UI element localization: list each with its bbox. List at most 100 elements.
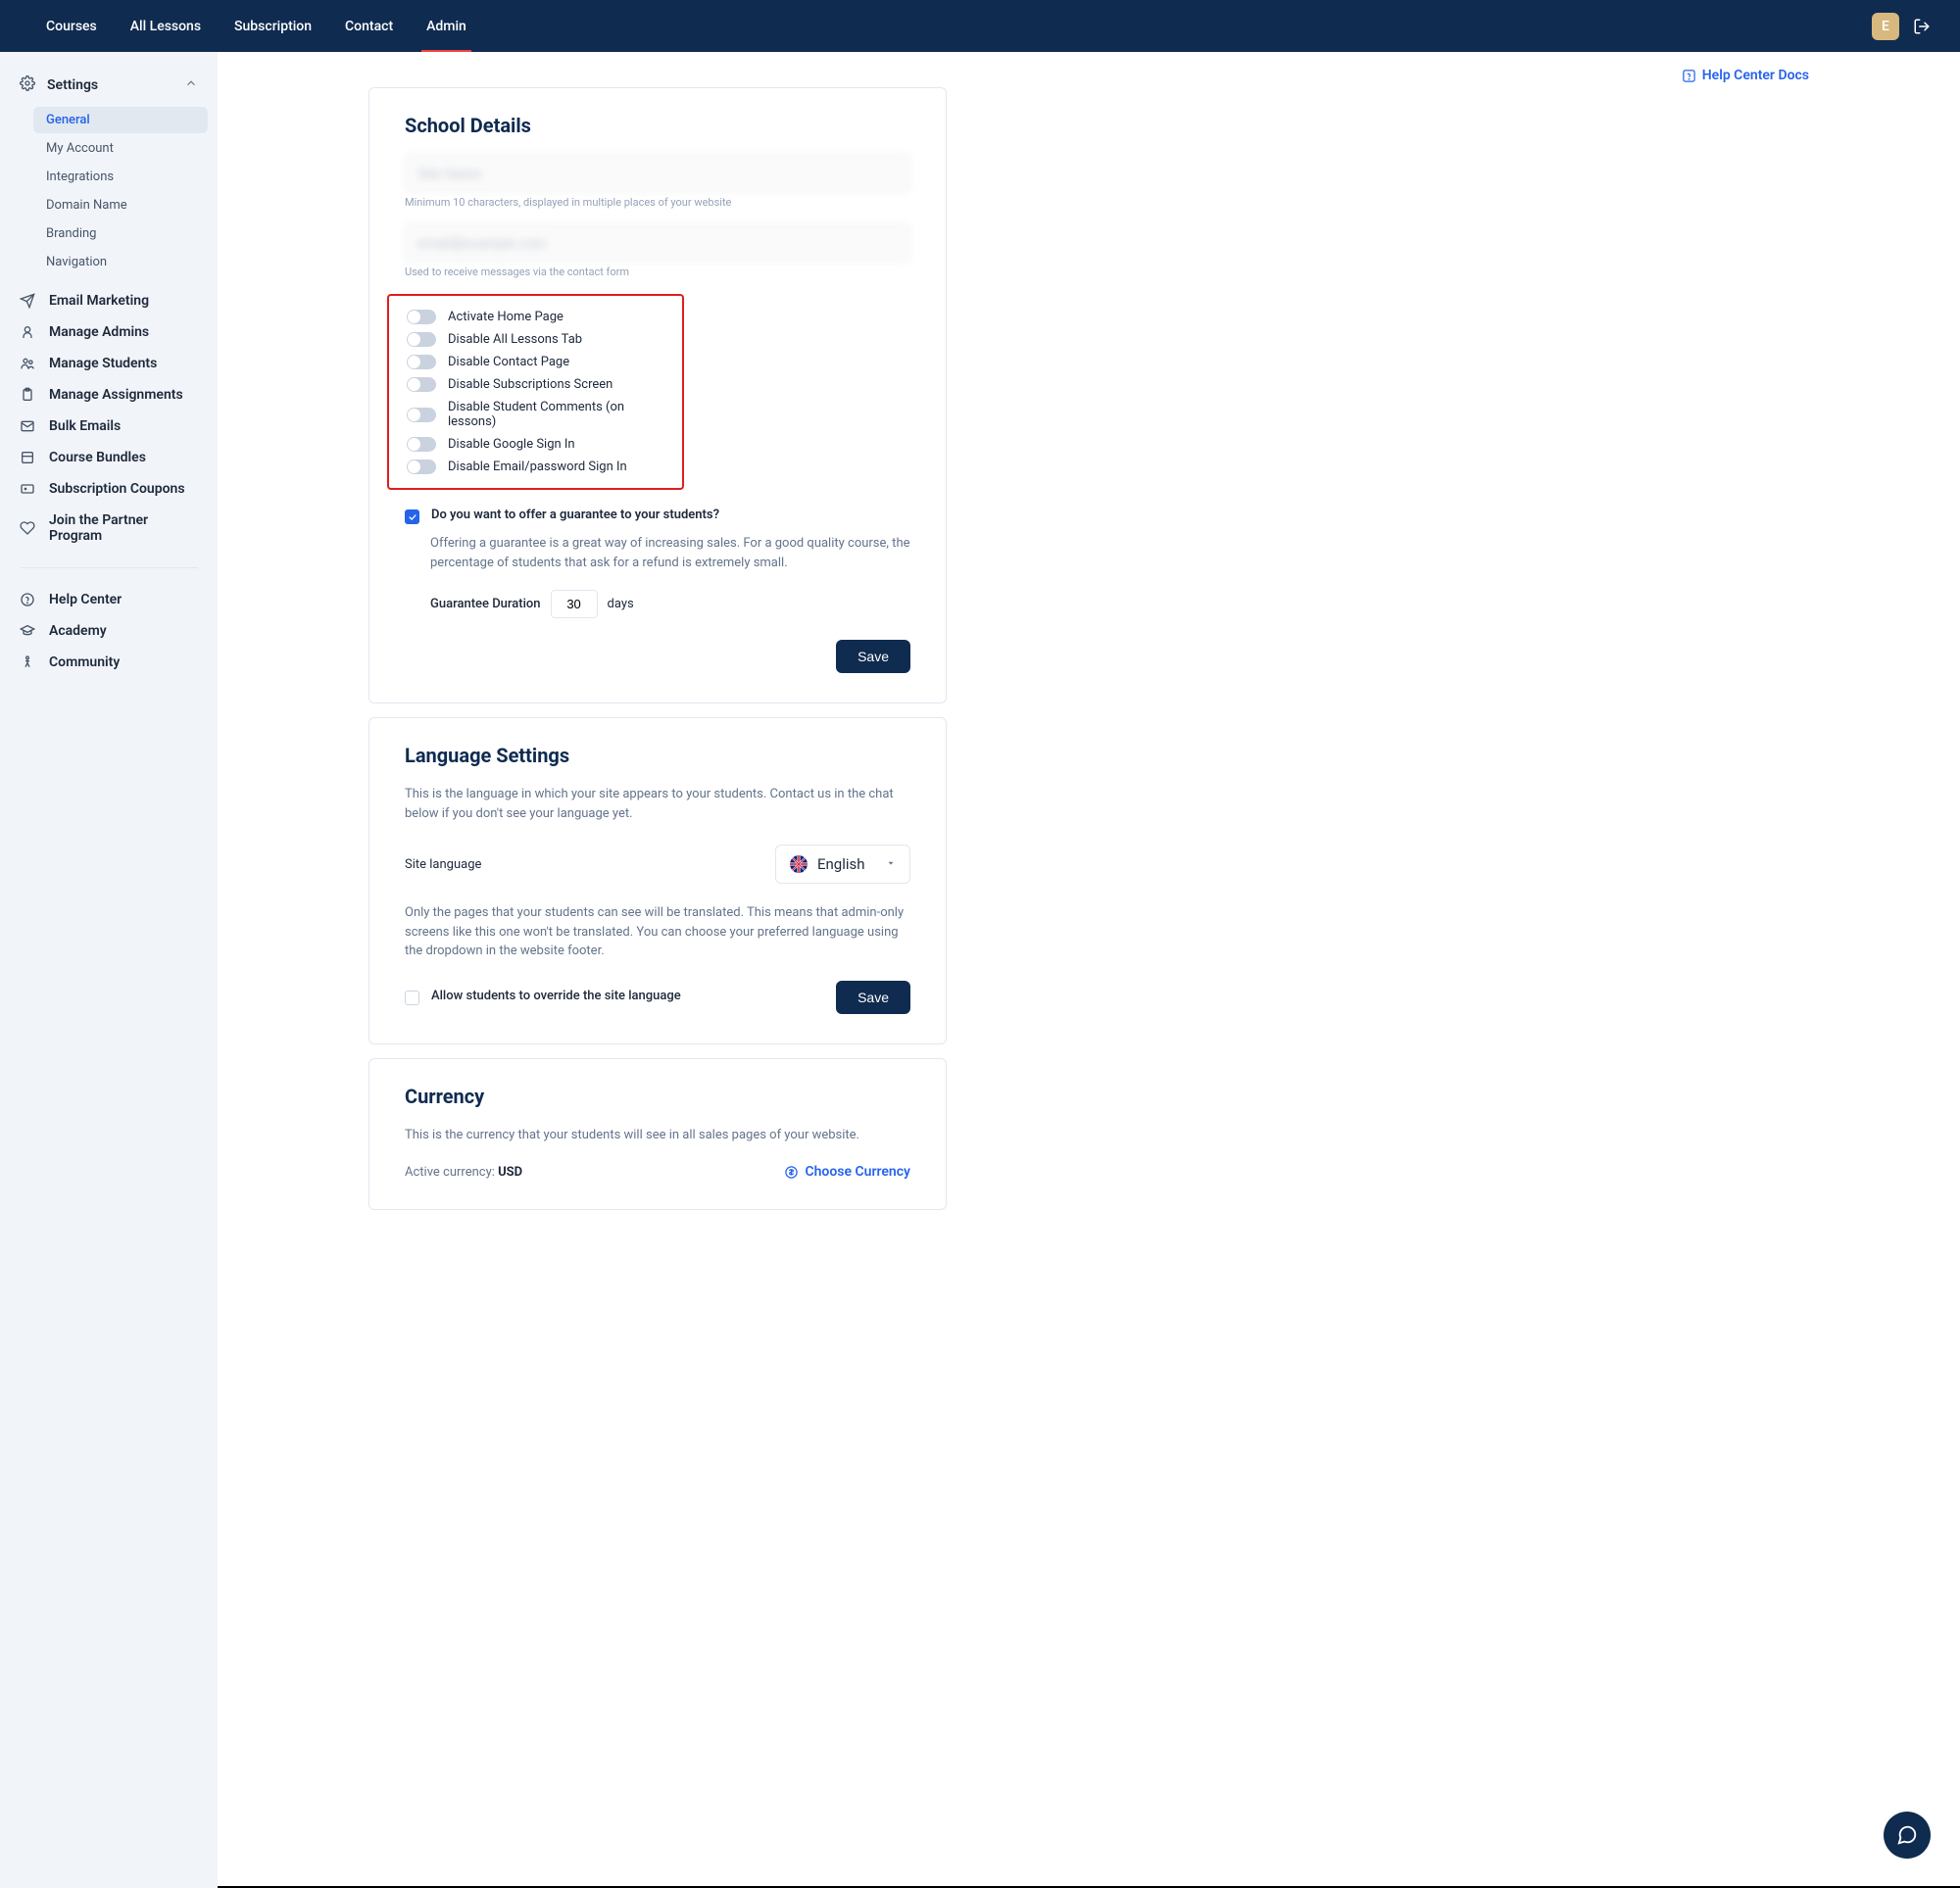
toggle-activate-home-page: Activate Home Page [407, 306, 664, 328]
toggle-label: Disable Google Sign In [448, 437, 575, 452]
user-icon [20, 324, 35, 340]
ticket-icon [20, 481, 35, 497]
mail-icon [20, 418, 35, 434]
users-icon [20, 356, 35, 371]
sidebar-item-subscription-coupons[interactable]: Subscription Coupons [0, 473, 218, 505]
language-save-button[interactable]: Save [836, 981, 910, 1014]
guarantee-duration-label: Guarantee Duration [430, 597, 541, 611]
sidebar-item-manage-students[interactable]: Manage Students [0, 348, 218, 379]
nav-subscription[interactable]: Subscription [218, 0, 328, 52]
toggle-label: Disable Contact Page [448, 355, 569, 369]
nav-courses[interactable]: Courses [29, 0, 114, 52]
active-currency-label: Active currency: [405, 1165, 498, 1180]
uk-flag-icon [790, 855, 808, 873]
sidebar-item-manage-assignments[interactable]: Manage Assignments [0, 379, 218, 411]
toggle-label: Disable Student Comments (on lessons) [448, 400, 664, 429]
nav-all-lessons[interactable]: All Lessons [114, 0, 218, 52]
sidebar-item-partner-program[interactable]: Join the Partner Program [0, 505, 218, 552]
toggle-label: Activate Home Page [448, 310, 564, 324]
toggle-label: Disable All Lessons Tab [448, 332, 582, 347]
guarantee-checkbox-label: Do you want to offer a guarantee to your… [431, 508, 719, 522]
chat-fab-button[interactable] [1884, 1812, 1931, 1859]
site-language-value: English [817, 855, 865, 873]
school-details-card: School Details Minimum 10 characters, di… [368, 87, 947, 703]
sidebar-item-label: Manage Admins [49, 324, 149, 340]
currency-desc: This is the currency that your students … [405, 1126, 910, 1145]
toggle-highlight-box: Activate Home Page Disable All Lessons T… [387, 294, 684, 490]
avatar[interactable]: E [1872, 13, 1899, 40]
sidebar-divider [20, 567, 198, 568]
sidebar-subitem-integrations[interactable]: Integrations [33, 164, 208, 190]
sidebar-settings-header[interactable]: Settings [0, 70, 218, 101]
clipboard-icon [20, 387, 35, 403]
sidebar-item-label: Community [49, 654, 120, 670]
allow-override-label: Allow students to override the site lang… [431, 989, 681, 1003]
sidebar-item-email-marketing[interactable]: Email Marketing [0, 285, 218, 316]
toggle-switch[interactable] [407, 408, 436, 422]
sidebar-subitem-general[interactable]: General [33, 107, 208, 133]
toggle-switch[interactable] [407, 437, 436, 452]
school-email-input[interactable] [405, 224, 910, 262]
sidebar-item-label: Course Bundles [49, 450, 146, 465]
toggle-switch[interactable] [407, 355, 436, 369]
allow-override-checkbox[interactable] [405, 991, 419, 1005]
toggle-switch[interactable] [407, 332, 436, 347]
currency-card: Currency This is the currency that your … [368, 1058, 947, 1211]
toggle-disable-google-signin: Disable Google Sign In [407, 433, 664, 456]
site-language-select[interactable]: English [775, 845, 910, 884]
help-square-icon [1682, 69, 1696, 83]
guarantee-checkbox-row: Do you want to offer a guarantee to your… [405, 508, 910, 524]
send-icon [20, 293, 35, 309]
chevron-up-icon [184, 76, 198, 94]
help-center-docs-link[interactable]: Help Center Docs [1682, 68, 1809, 83]
dollar-circle-icon [784, 1165, 799, 1180]
toggle-disable-all-lessons: Disable All Lessons Tab [407, 328, 664, 351]
toggle-switch[interactable] [407, 377, 436, 392]
sidebar: Settings General My Account Integrations… [0, 52, 218, 1888]
toggle-disable-comments: Disable Student Comments (on lessons) [407, 396, 664, 433]
sidebar-subitem-domain-name[interactable]: Domain Name [33, 192, 208, 218]
language-note: Only the pages that your students can se… [405, 903, 910, 961]
toggle-switch[interactable] [407, 460, 436, 474]
days-label: days [608, 597, 634, 611]
sidebar-item-label: Join the Partner Program [49, 512, 198, 544]
currency-title: Currency [405, 1085, 910, 1108]
language-settings-title: Language Settings [405, 744, 910, 767]
chat-icon [1896, 1824, 1918, 1846]
sidebar-subitem-my-account[interactable]: My Account [33, 135, 208, 162]
top-nav-right: E [1872, 13, 1931, 40]
logout-icon[interactable] [1913, 18, 1931, 35]
sidebar-item-label: Bulk Emails [49, 418, 121, 434]
sidebar-subitem-branding[interactable]: Branding [33, 220, 208, 247]
sidebar-item-bulk-emails[interactable]: Bulk Emails [0, 411, 218, 442]
language-settings-card: Language Settings This is the language i… [368, 717, 947, 1044]
sidebar-item-label: Help Center [49, 592, 122, 607]
school-name-input[interactable] [405, 155, 910, 192]
choose-currency-label: Choose Currency [805, 1164, 910, 1180]
choose-currency-link[interactable]: Choose Currency [784, 1164, 910, 1180]
guarantee-checkbox[interactable] [405, 509, 419, 524]
nav-admin[interactable]: Admin [410, 0, 483, 52]
sidebar-item-help-center[interactable]: Help Center [0, 584, 218, 615]
sidebar-item-community[interactable]: Community [0, 647, 218, 678]
sidebar-subitem-navigation[interactable]: Navigation [33, 249, 208, 275]
nav-contact[interactable]: Contact [328, 0, 410, 52]
school-details-title: School Details [405, 114, 910, 137]
top-nav: Courses All Lessons Subscription Contact… [0, 0, 1960, 52]
school-email-help: Used to receive messages via the contact… [405, 266, 910, 278]
sidebar-item-label: Academy [49, 623, 107, 639]
guarantee-duration-input[interactable] [551, 590, 598, 618]
chevron-down-icon [886, 856, 896, 872]
top-nav-left: Courses All Lessons Subscription Contact… [29, 0, 483, 52]
help-center-docs-label: Help Center Docs [1702, 68, 1809, 83]
package-icon [20, 450, 35, 465]
sidebar-item-course-bundles[interactable]: Course Bundles [0, 442, 218, 473]
sidebar-item-label: Subscription Coupons [49, 481, 185, 497]
help-circle-icon [20, 592, 35, 607]
school-details-save-button[interactable]: Save [836, 640, 910, 673]
toggle-switch[interactable] [407, 310, 436, 324]
person-icon [20, 654, 35, 670]
sidebar-item-manage-admins[interactable]: Manage Admins [0, 316, 218, 348]
sidebar-item-academy[interactable]: Academy [0, 615, 218, 647]
toggle-disable-subscriptions: Disable Subscriptions Screen [407, 373, 664, 396]
